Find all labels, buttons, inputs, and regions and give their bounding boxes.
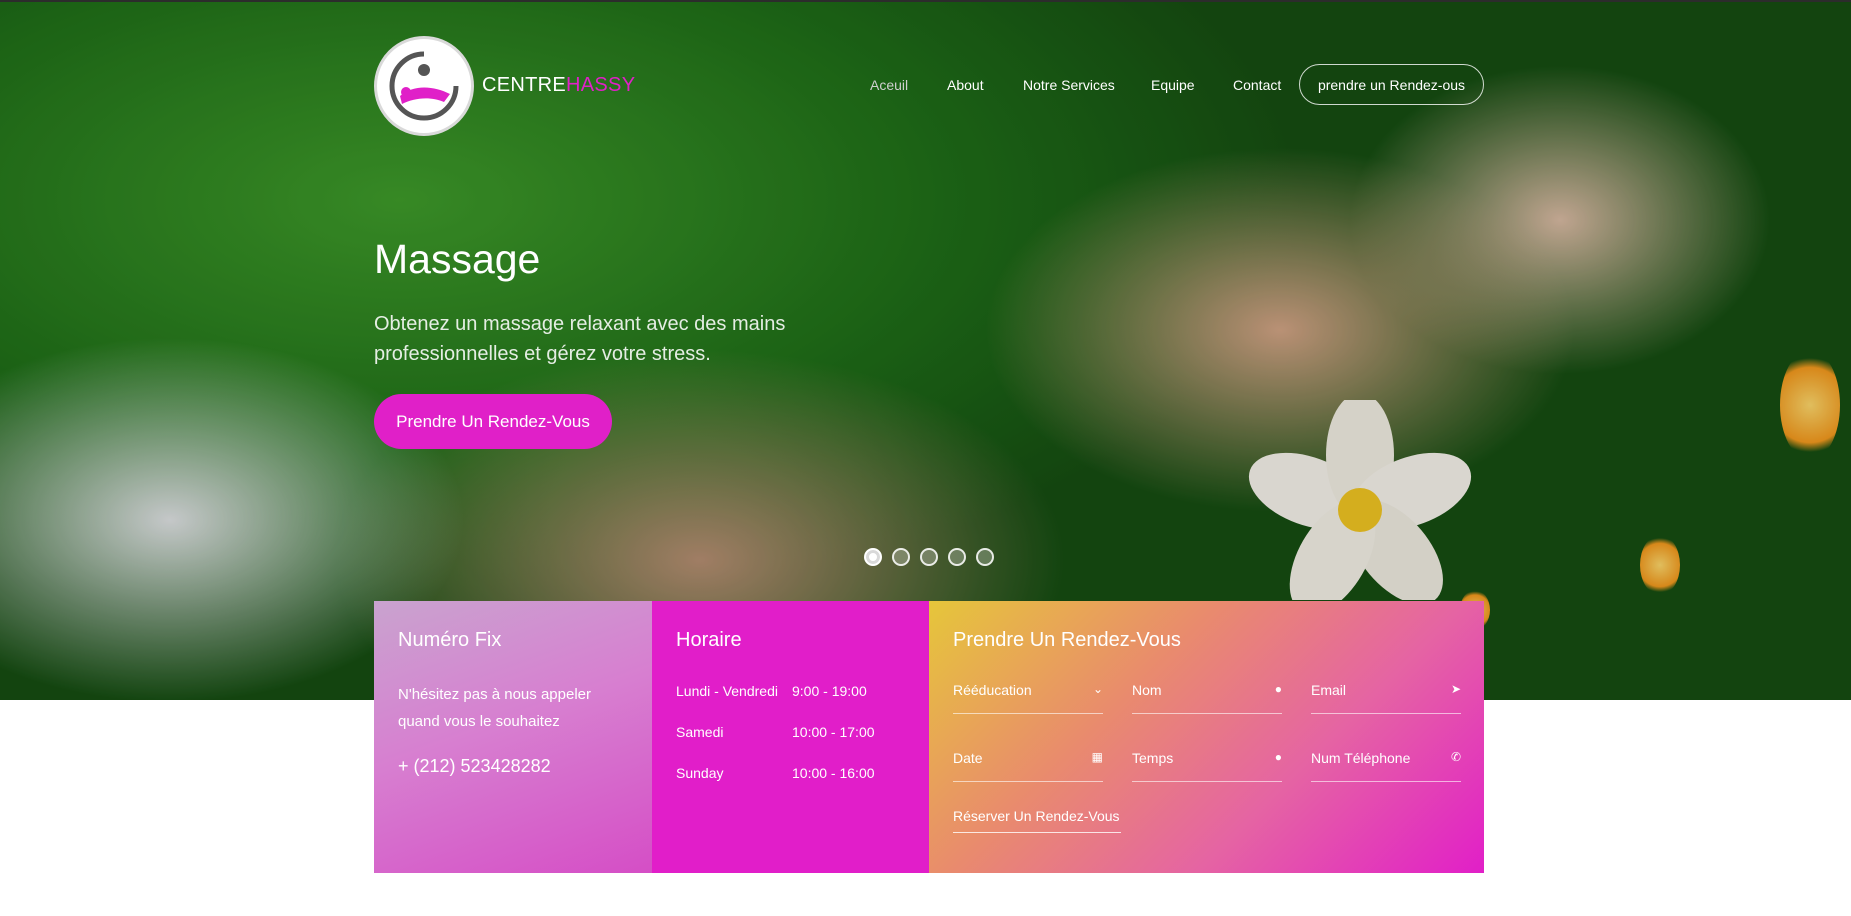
- hero-overlay: [0, 0, 1851, 700]
- hours-time: 9:00 - 19:00: [792, 683, 867, 699]
- hours-time: 10:00 - 16:00: [792, 765, 875, 781]
- clock-icon: ●: [1274, 750, 1282, 764]
- user-icon: ●: [1274, 682, 1282, 696]
- slider-dot[interactable]: [892, 548, 910, 566]
- service-select[interactable]: Rééducation ⌄: [953, 674, 1103, 714]
- phone-field-placeholder: Num Téléphone: [1311, 750, 1411, 766]
- hours-row: Sunday 10:00 - 16:00: [676, 765, 875, 781]
- hero-title: Massage: [374, 236, 541, 282]
- hours-panel-title: Horaire: [676, 629, 742, 651]
- booking-panel: Prendre Un Rendez-Vous Rééducation ⌄ Nom…: [929, 601, 1484, 873]
- brand-name[interactable]: CENTREHASSY: [482, 74, 635, 97]
- booking-panel-title: Prendre Un Rendez-Vous: [953, 629, 1181, 651]
- slider-dot[interactable]: [948, 548, 966, 566]
- hours-time: 10:00 - 17:00: [792, 724, 875, 740]
- phone-panel-text: N'hésitez pas à nous appeler quand vous …: [398, 686, 591, 730]
- phone-panel: Numéro Fix N'hésitez pas à nous appeler …: [374, 601, 652, 873]
- book-appointment-button[interactable]: Réserver Un Rendez-Vous: [953, 808, 1121, 833]
- phone-field[interactable]: Num Téléphone ✆: [1311, 742, 1461, 782]
- phone-icon: ✆: [1450, 750, 1461, 764]
- hours-day: Lundi - Vendredi: [676, 683, 778, 699]
- email-field-placeholder: Email: [1311, 682, 1347, 698]
- nav-item-equipe[interactable]: Equipe: [1151, 77, 1195, 93]
- date-field-placeholder: Date: [953, 750, 983, 766]
- phone-panel-title: Numéro Fix: [398, 629, 502, 651]
- hero-appointment-button[interactable]: Prendre Un Rendez-Vous: [374, 394, 612, 449]
- phone-number[interactable]: + (212) 523428282: [398, 756, 551, 777]
- hours-panel: Horaire Lundi - Vendredi 9:00 - 19:00 Sam…: [652, 601, 929, 873]
- slider-dot[interactable]: [864, 548, 882, 566]
- date-field[interactable]: Date ▦: [953, 742, 1103, 782]
- slider-dot[interactable]: [920, 548, 938, 566]
- paper-plane-icon: ➤: [1450, 682, 1461, 696]
- email-field[interactable]: Email ➤: [1311, 674, 1461, 714]
- time-field[interactable]: Temps ●: [1132, 742, 1282, 782]
- chevron-down-icon: ⌄: [1092, 682, 1103, 696]
- slider-dot[interactable]: [976, 548, 994, 566]
- hours-day: Sunday: [676, 765, 724, 781]
- hours-row: Samedi 10:00 - 17:00: [676, 724, 875, 740]
- nav-item-about[interactable]: About: [947, 77, 984, 93]
- nav-item-accueil[interactable]: Aceuil: [870, 77, 908, 93]
- logo-mark-icon: [389, 51, 459, 121]
- header-appointment-button[interactable]: prendre un Rendez-ous: [1299, 64, 1484, 105]
- hours-day: Samedi: [676, 724, 724, 740]
- brand-name-part1: CENTRE: [482, 74, 567, 96]
- nav-item-contact[interactable]: Contact: [1233, 77, 1281, 93]
- hero-subtitle: Obtenez un massage relaxant avec des mai…: [374, 313, 786, 365]
- time-field-placeholder: Temps: [1132, 750, 1174, 766]
- service-select-value: Rééducation: [953, 682, 1032, 698]
- brand-name-part2: HASSY: [566, 74, 636, 96]
- calendar-icon: ▦: [1091, 750, 1103, 764]
- name-field-placeholder: Nom: [1132, 682, 1162, 698]
- hours-row: Lundi - Vendredi 9:00 - 19:00: [676, 683, 867, 699]
- nav-item-services[interactable]: Notre Services: [1023, 77, 1115, 93]
- logo[interactable]: [374, 36, 474, 136]
- name-field[interactable]: Nom ●: [1132, 674, 1282, 714]
